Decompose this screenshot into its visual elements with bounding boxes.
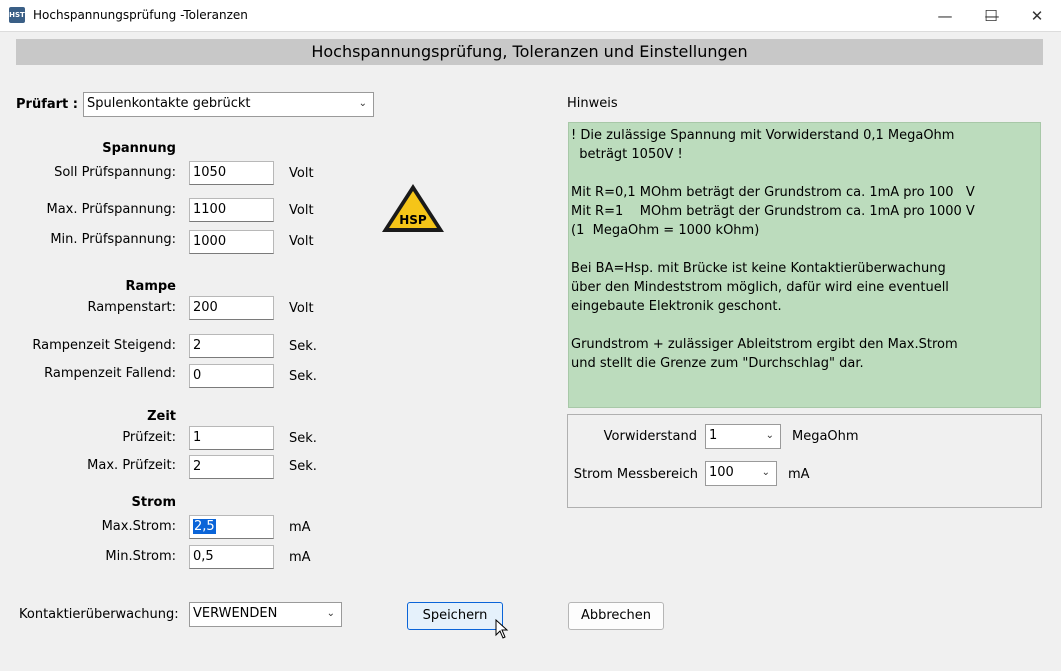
- minimize-button-2[interactable]: —: [922, 0, 968, 31]
- min-pruefspannung-unit: Volt: [289, 234, 314, 249]
- rampenstart-label: Rampenstart:: [87, 300, 176, 315]
- prufart-value: Spulenkontakte gebrückt: [87, 96, 251, 111]
- max-strom-unit: mA: [289, 520, 311, 535]
- kontakt-label: Kontaktierüberwachung:: [19, 607, 179, 622]
- maximize-button[interactable]: ☐: [968, 0, 1014, 31]
- max-pruefspannung-input[interactable]: 1100: [189, 198, 274, 222]
- hinweis-textbox[interactable]: ! Die zulässige Spannung mit Vorwidersta…: [568, 122, 1041, 408]
- maximize-icon: ☐: [984, 6, 998, 25]
- min-strom-unit: mA: [289, 550, 311, 565]
- chevron-down-icon: ⌄: [358, 98, 367, 109]
- min-strom-input[interactable]: 0,5: [189, 545, 274, 569]
- max-pruefzeit-unit: Sek.: [289, 459, 317, 474]
- hint-line: Grundstrom + zulässiger Ableitstrom ergi…: [571, 337, 958, 352]
- save-button[interactable]: Speichern: [407, 602, 503, 630]
- pruefzeit-input[interactable]: 1: [189, 426, 274, 450]
- hinweis-label: Hinweis: [567, 96, 618, 111]
- messbereich-select[interactable]: 100 ⌄: [705, 461, 777, 486]
- hint-line: (1 MegaOhm = 1000 kOhm): [571, 223, 760, 238]
- hint-line: eingebaute Elektronik geschont.: [571, 299, 782, 314]
- vorwiderstand-value: 1: [709, 428, 718, 443]
- rampenzeit-steigend-unit: Sek.: [289, 339, 317, 354]
- app-icon: HST: [9, 7, 25, 23]
- rampe-heading: Rampe: [125, 279, 176, 294]
- pruefzeit-label: Prüfzeit:: [122, 430, 176, 445]
- rampenstart-unit: Volt: [289, 301, 314, 316]
- max-strom-input[interactable]: 2,5: [189, 515, 274, 539]
- messbereich-value: 100: [709, 465, 734, 480]
- chevron-down-icon: ⌄: [761, 467, 770, 478]
- hint-line: [571, 240, 1038, 259]
- mouse-cursor-icon: [495, 619, 509, 639]
- max-strom-selected-text: 2,5: [193, 519, 216, 534]
- rampenzeit-fallend-input[interactable]: 0: [189, 364, 274, 388]
- section-header: Hochspannungsprüfung, Toleranzen und Ein…: [16, 39, 1043, 65]
- spannung-heading: Spannung: [102, 141, 176, 156]
- vorwiderstand-label: Vorwiderstand: [603, 429, 697, 444]
- max-pruefspannung-label: Max. Prüfspannung:: [46, 202, 177, 217]
- close-icon: ✕: [1030, 6, 1044, 25]
- hint-line: Bei BA=Hsp. mit Brücke ist keine Kontakt…: [571, 261, 946, 276]
- prufart-select[interactable]: Spulenkontakte gebrückt ⌄: [83, 92, 374, 117]
- strom-heading: Strom: [131, 495, 176, 510]
- hint-line: Mit R=1 MOhm beträgt der Grundstrom ca. …: [571, 204, 975, 219]
- rampenstart-input[interactable]: 200: [189, 296, 274, 320]
- pruefzeit-unit: Sek.: [289, 431, 317, 446]
- hint-line: über den Mindeststrom möglich, dafür wir…: [571, 280, 949, 295]
- minimize-icon: —: [937, 6, 953, 25]
- hint-line: [571, 164, 1038, 183]
- hint-line: Mit R=0,1 MOhm beträgt der Grundstrom ca…: [571, 185, 975, 200]
- chevron-down-icon: ⌄: [326, 608, 335, 619]
- zeit-heading: Zeit: [147, 409, 176, 424]
- rampenzeit-steigend-input[interactable]: 2: [189, 334, 274, 358]
- messbereich-unit: mA: [788, 467, 810, 482]
- hint-line: beträgt 1050V !: [571, 147, 683, 162]
- messbereich-label: Strom Messbereich: [573, 467, 698, 482]
- hsp-warning-icon: HSP: [382, 184, 444, 232]
- min-pruefspannung-label: Min. Prüfspannung:: [50, 232, 176, 247]
- prufart-label: Prüfart :: [16, 97, 78, 112]
- window-title: Hochspannungsprüfung -Toleranzen: [33, 8, 248, 22]
- chevron-down-icon: ⌄: [765, 430, 774, 441]
- max-strom-label: Max.Strom:: [101, 519, 176, 534]
- soll-pruefspannung-label: Soll Prüfspannung:: [54, 165, 176, 180]
- rampenzeit-steigend-label: Rampenzeit Steigend:: [32, 338, 176, 353]
- max-pruefspannung-unit: Volt: [289, 203, 314, 218]
- hint-line: ! Die zulässige Spannung mit Vorwidersta…: [571, 128, 955, 143]
- title-bar: HST Hochspannungsprüfung -Toleranzen —: [0, 0, 1061, 32]
- vorwiderstand-unit: MegaOhm: [792, 429, 859, 444]
- max-pruefzeit-label: Max. Prüfzeit:: [87, 458, 176, 473]
- rampenzeit-fallend-unit: Sek.: [289, 369, 317, 384]
- kontakt-select[interactable]: VERWENDEN ⌄: [189, 602, 342, 627]
- rampenzeit-fallend-label: Rampenzeit Fallend:: [44, 366, 176, 381]
- cancel-button[interactable]: Abbrechen: [568, 602, 664, 630]
- hsp-sign-text: HSP: [399, 213, 427, 227]
- min-strom-label: Min.Strom:: [105, 549, 176, 564]
- max-pruefzeit-input[interactable]: 2: [189, 455, 274, 479]
- vorwiderstand-select[interactable]: 1 ⌄: [705, 424, 781, 449]
- kontakt-value: VERWENDEN: [193, 606, 278, 621]
- close-button[interactable]: ✕: [1014, 0, 1060, 31]
- hint-line: [571, 316, 1038, 335]
- soll-pruefspannung-input[interactable]: 1050: [189, 161, 274, 185]
- soll-pruefspannung-unit: Volt: [289, 166, 314, 181]
- min-pruefspannung-input[interactable]: 1000: [189, 230, 274, 254]
- hint-line: und stellt die Grenze zum "Durchschlag" …: [571, 356, 864, 371]
